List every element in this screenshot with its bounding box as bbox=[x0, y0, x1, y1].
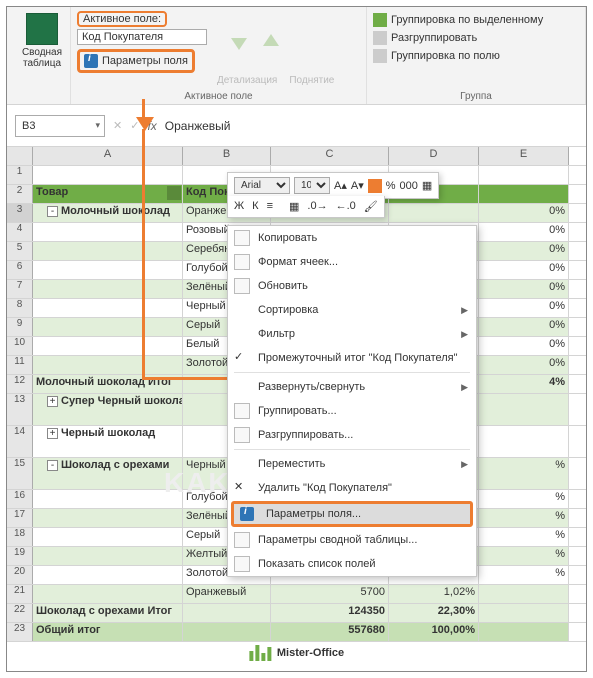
context-menu[interactable]: КопироватьФормат ячеек...ОбновитьСортиро… bbox=[227, 225, 477, 577]
ungroup-icon bbox=[373, 31, 387, 45]
group-field-icon bbox=[373, 49, 387, 63]
col-header[interactable]: E bbox=[479, 147, 569, 165]
pivot-table-button[interactable]: Сводная таблица bbox=[13, 11, 71, 71]
info-icon bbox=[240, 507, 254, 521]
submenu-arrow-icon: ▶ bbox=[461, 329, 468, 340]
borders-icon[interactable]: ▦ bbox=[289, 200, 299, 213]
collapse-icon[interactable]: - bbox=[47, 460, 58, 471]
header-product[interactable]: Товар bbox=[33, 185, 183, 203]
pivot-icon bbox=[234, 532, 250, 548]
info-icon bbox=[84, 54, 98, 68]
active-field-input[interactable]: Код Покупателя bbox=[77, 29, 207, 45]
refresh-icon bbox=[234, 278, 250, 294]
field-params-button[interactable]: Параметры поля bbox=[77, 49, 195, 73]
font-select[interactable]: Arial bbox=[234, 177, 290, 194]
ctx-параметры-поля---[interactable]: Параметры поля... bbox=[231, 501, 473, 527]
cancel-icon[interactable]: ✕ bbox=[113, 119, 122, 132]
decrease-font-icon[interactable]: A▾ bbox=[351, 179, 364, 192]
submenu-arrow-icon: ▶ bbox=[461, 305, 468, 316]
fill-color-icon[interactable] bbox=[368, 179, 382, 193]
drill-down-icon bbox=[223, 26, 255, 58]
group-label-group: Группа bbox=[367, 91, 585, 102]
ungroup-icon bbox=[234, 427, 250, 443]
drill-down-button: Детализация bbox=[217, 75, 277, 86]
group-by-selection-button[interactable]: Группировка по выделенному bbox=[373, 11, 579, 29]
drill-up-icon bbox=[255, 26, 287, 58]
col-header[interactable]: C bbox=[271, 147, 389, 165]
col-header[interactable]: B bbox=[183, 147, 271, 165]
align-icon[interactable]: ≡ bbox=[267, 200, 273, 213]
expand-icon[interactable]: + bbox=[47, 396, 58, 407]
delete-icon: ✕ bbox=[234, 480, 250, 496]
bold-button[interactable]: Ж bbox=[234, 200, 244, 213]
ctx-параметры-сводной-таблицы---[interactable]: Параметры сводной таблицы... bbox=[228, 528, 476, 552]
collapse-icon[interactable]: - bbox=[47, 206, 58, 217]
name-box[interactable]: B3 bbox=[15, 115, 105, 137]
ctx-копировать[interactable]: Копировать bbox=[228, 226, 476, 250]
drill-up-button: Поднятие bbox=[289, 75, 334, 86]
col-header[interactable]: D bbox=[389, 147, 479, 165]
group-icon bbox=[234, 403, 250, 419]
pivot-table-label: Сводная таблица bbox=[15, 47, 69, 69]
percent-icon[interactable]: % bbox=[386, 180, 396, 192]
filter-dropdown-icon[interactable] bbox=[167, 186, 181, 200]
check-icon: ✓ bbox=[234, 350, 250, 366]
ctx-переместить[interactable]: Переместить▶ bbox=[228, 452, 476, 476]
column-headers: ABCDE bbox=[7, 147, 586, 166]
mini-toolbar-row2[interactable]: Ж К ≡ ▦ .0→ ←.0 🖌 bbox=[227, 196, 385, 218]
field-params-label: Параметры поля bbox=[102, 55, 188, 67]
decimal-inc-icon[interactable]: .0→ bbox=[307, 200, 327, 213]
table-row[interactable]: 21Оранжевый57001,02% bbox=[7, 585, 586, 604]
ctx-формат-ячеек---[interactable]: Формат ячеек... bbox=[228, 250, 476, 274]
ctx-показать-список-полей[interactable]: Показать список полей bbox=[228, 552, 476, 576]
ctx-фильтр[interactable]: Фильтр▶ bbox=[228, 322, 476, 346]
group-icon bbox=[373, 13, 387, 27]
expand-icon[interactable]: + bbox=[47, 428, 58, 439]
mini-toolbar[interactable]: Arial 10 A▴ A▾ % 000 ▦ bbox=[227, 172, 439, 199]
format-painter-icon[interactable]: 🖌 bbox=[364, 200, 378, 213]
col-header[interactable]: A bbox=[33, 147, 183, 165]
ctx-сортировка[interactable]: Сортировка▶ bbox=[228, 298, 476, 322]
comma-icon[interactable]: 000 bbox=[400, 180, 418, 192]
group-by-field-button: Группировка по полю bbox=[373, 47, 579, 65]
active-field-label: Активное поле: bbox=[83, 13, 161, 25]
size-select[interactable]: 10 bbox=[294, 177, 330, 194]
ctx-обновить[interactable]: Обновить bbox=[228, 274, 476, 298]
ctx-разгруппировать---[interactable]: Разгруппировать... bbox=[228, 423, 476, 447]
table-row[interactable]: 22Шоколад с орехами Итог12435022,30% bbox=[7, 604, 586, 623]
table-row[interactable]: 23Общий итог557680100,00% bbox=[7, 623, 586, 642]
ungroup-button: Разгруппировать bbox=[373, 29, 579, 47]
submenu-arrow-icon: ▶ bbox=[461, 382, 468, 393]
italic-button[interactable]: К bbox=[252, 200, 258, 213]
ctx-удалить--код-покупателя-[interactable]: ✕Удалить "Код Покупателя" bbox=[228, 476, 476, 500]
decimal-dec-icon[interactable]: ←.0 bbox=[336, 200, 356, 213]
formula-value[interactable]: Оранжевый bbox=[165, 119, 231, 133]
footer-logo: Mister-Office bbox=[249, 645, 344, 661]
ribbon: Сводная таблица Активное поле: Код Покуп… bbox=[7, 7, 586, 105]
copy-icon bbox=[234, 230, 250, 246]
none-icon bbox=[234, 326, 250, 342]
pivot-table-icon bbox=[26, 13, 58, 45]
formula-bar: B3 ✕ ✓ fx Оранжевый bbox=[7, 105, 586, 147]
list-icon bbox=[234, 556, 250, 572]
borders-icon[interactable]: ▦ bbox=[422, 179, 432, 192]
submenu-arrow-icon: ▶ bbox=[461, 459, 468, 470]
format-icon bbox=[234, 254, 250, 270]
ctx-промежуточный-итог--код-покупателя-[interactable]: ✓Промежуточный итог "Код Покупателя" bbox=[228, 346, 476, 370]
group-label-active-field: Активное поле bbox=[71, 91, 366, 102]
ctx-группировать---[interactable]: Группировать... bbox=[228, 399, 476, 423]
none-icon bbox=[234, 302, 250, 318]
none-icon bbox=[234, 379, 250, 395]
increase-font-icon[interactable]: A▴ bbox=[334, 179, 347, 192]
ctx-развернуть-свернуть[interactable]: Развернуть/свернуть▶ bbox=[228, 375, 476, 399]
none-icon bbox=[234, 456, 250, 472]
